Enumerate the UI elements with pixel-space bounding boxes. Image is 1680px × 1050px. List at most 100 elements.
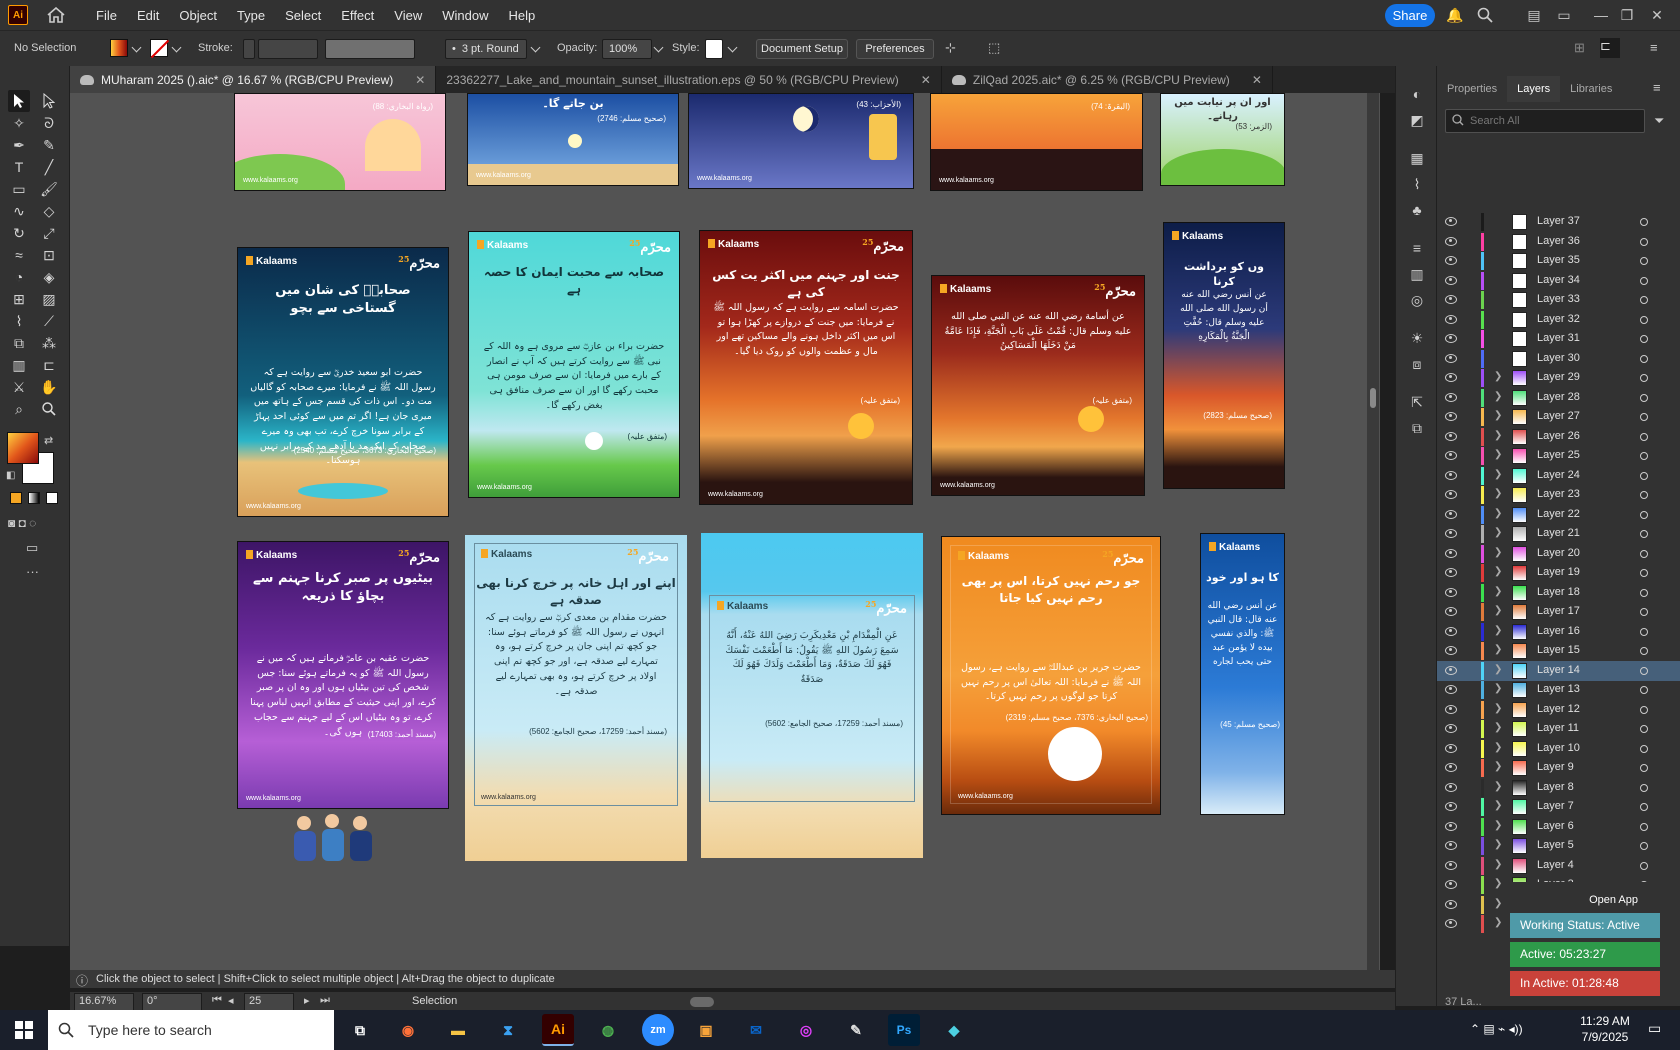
menu-type[interactable]: Type (227, 8, 275, 23)
target-icon[interactable] (1640, 393, 1648, 402)
visibility-eye-icon[interactable] (1445, 763, 1457, 772)
artboard[interactable]: Kalaams وں کو برداشت کرنا عن أنس رضي الل… (1163, 222, 1285, 489)
layer-name[interactable]: Layer 35 (1537, 254, 1580, 266)
visibility-eye-icon[interactable] (1445, 899, 1457, 909)
chevron-right-icon[interactable]: ❯ (1494, 703, 1502, 714)
layer-name[interactable]: Layer 20 (1537, 547, 1580, 559)
curvature-tool-icon[interactable]: ✎ (38, 134, 60, 156)
target-icon[interactable] (1640, 432, 1648, 441)
free-transform-tool-icon[interactable]: ⊡ (38, 244, 60, 266)
gradient-mode-icon[interactable] (28, 492, 40, 504)
visibility-eye-icon[interactable] (1445, 490, 1457, 499)
layer-name[interactable]: Layer 21 (1537, 527, 1580, 539)
scale-tool-icon[interactable]: ⤢ (38, 222, 60, 244)
visibility-eye-icon[interactable] (1445, 451, 1457, 460)
system-tray-icons[interactable]: ⌃ ▤ ⌁ ◂)) (1470, 1022, 1523, 1036)
layer-name[interactable]: Layer 29 (1537, 371, 1580, 383)
layer-row[interactable]: Layer 36 (1437, 232, 1680, 252)
artboard[interactable]: Kalaams محرّم25 عَنِ الْمِقْدَامِ بْنِ م… (701, 533, 923, 858)
layer-name[interactable]: Layer 14 (1537, 664, 1580, 676)
target-icon[interactable] (1640, 549, 1648, 558)
artboard-number-field[interactable]: 25 (244, 993, 294, 1011)
zoom-icon[interactable]: zm (642, 1014, 674, 1046)
measure-tool-icon[interactable]: ⟋ (38, 310, 60, 332)
layer-row[interactable]: ❯ Layer 6 (1437, 817, 1680, 837)
arrange-icon[interactable]: ▭ (1555, 6, 1573, 24)
target-icon[interactable] (1640, 686, 1648, 694)
default-colors-icon[interactable]: ◧ (6, 470, 15, 481)
visibility-eye-icon[interactable] (1445, 275, 1457, 285)
artboard[interactable]: (رواہ البخاري: 88) www.kalaams.org (234, 93, 446, 191)
visibility-eye-icon[interactable] (1445, 217, 1457, 226)
next-artboard-icon[interactable]: ▸ (304, 994, 310, 1007)
layer-row[interactable]: ❯ Layer 10 (1437, 739, 1680, 759)
visibility-eye-icon[interactable] (1445, 860, 1457, 870)
variable-width-profile[interactable] (325, 39, 415, 59)
type-tool-icon[interactable]: T (8, 156, 30, 178)
target-icon[interactable] (1640, 530, 1648, 538)
layer-name[interactable]: Layer 8 (1537, 781, 1574, 793)
stroke-stepper[interactable] (243, 39, 255, 59)
chevron-right-icon[interactable]: ❯ (1494, 800, 1502, 811)
shaper-tool-icon[interactable]: ∿ (8, 200, 30, 222)
visibility-eye-icon[interactable] (1445, 607, 1457, 616)
visibility-eye-icon[interactable] (1445, 919, 1457, 928)
chevron-right-icon[interactable]: ❯ (1494, 508, 1502, 519)
artboard[interactable]: بن جاتے گا۔ (صحیح مسلم: 2746) www.kalaam… (467, 93, 679, 186)
close-icon[interactable]: ✕ (1648, 6, 1666, 24)
artboard[interactable]: Kalaams محرّم25 اپنے اور اہل خانہ پر خرچ… (465, 535, 687, 861)
more-tools-icon[interactable]: ··· (26, 564, 39, 579)
menu-edit[interactable]: Edit (127, 8, 169, 23)
layer-name[interactable]: Layer 19 (1537, 566, 1580, 578)
visibility-eye-icon[interactable] (1445, 392, 1457, 402)
share-button[interactable]: Share (1385, 4, 1435, 27)
appearance-icon[interactable]: ◐ (1407, 84, 1427, 104)
chevron-right-icon[interactable]: ❯ (1494, 761, 1502, 772)
chevron-right-icon[interactable]: ❯ (1494, 878, 1502, 889)
file-explorer-icon[interactable]: ▬ (442, 1014, 474, 1046)
target-icon[interactable] (1640, 237, 1648, 246)
artboard[interactable]: Kalaams محرّم25 بیٹیوں پر صبر کرنا جہنم … (237, 541, 449, 809)
chevron-right-icon[interactable]: ❯ (1494, 664, 1502, 675)
prev-artboard-icon[interactable]: ◂ (228, 994, 234, 1007)
layer-row[interactable]: ❯ Layer 14 (1437, 660, 1680, 681)
filter-icon[interactable]: ⏷ (1654, 113, 1664, 129)
artboard[interactable]: Kalaams کا ہو اور خود عن أنس رضي الله عن… (1200, 533, 1285, 815)
visibility-eye-icon[interactable] (1445, 646, 1457, 655)
zoom-tool-icon[interactable] (38, 398, 60, 420)
menu-object[interactable]: Object (169, 8, 227, 23)
layer-row[interactable]: ❯ Layer 20 (1437, 544, 1680, 564)
target-icon[interactable] (1640, 783, 1648, 792)
symbol-sprayer-tool-icon[interactable]: ⁂ (38, 332, 60, 354)
artboards-icon[interactable]: ⧉ (1407, 418, 1427, 438)
layer-row[interactable]: ❯ Layer 26 (1437, 427, 1680, 447)
illustrator-taskbar-icon[interactable]: Ai (542, 1014, 574, 1046)
target-icon[interactable] (1640, 335, 1648, 343)
layer-name[interactable]: Layer 6 (1537, 820, 1574, 832)
layer-row[interactable]: Layer 33 (1437, 290, 1680, 310)
style-swatch[interactable] (705, 39, 723, 59)
layer-row[interactable]: ❯ Layer 16 (1437, 622, 1680, 642)
chevron-right-icon[interactable]: ❯ (1494, 410, 1502, 421)
visibility-eye-icon[interactable] (1445, 821, 1457, 831)
layer-name[interactable]: Layer 33 (1537, 293, 1580, 305)
target-icon[interactable] (1640, 354, 1648, 363)
target-icon[interactable] (1640, 452, 1648, 460)
chevron-down-icon[interactable] (727, 42, 738, 53)
visibility-eye-icon[interactable] (1445, 509, 1457, 519)
target-icon[interactable] (1640, 627, 1648, 636)
chevron-right-icon[interactable]: ❯ (1494, 605, 1502, 616)
asset-export-icon[interactable]: ⧈ (1407, 354, 1427, 374)
visibility-eye-icon[interactable] (1445, 256, 1457, 265)
menu-effect[interactable]: Effect (331, 8, 384, 23)
task-view-icon[interactable]: ⧉ (344, 1014, 376, 1046)
swatches-icon[interactable]: ▦ (1407, 148, 1427, 168)
slice-tool-icon[interactable]: ⚔ (8, 376, 30, 398)
artboard[interactable]: Kalaams محرّم25 عن أسامة رضي الله عنه عن… (931, 275, 1145, 496)
visibility-eye-icon[interactable] (1445, 880, 1457, 889)
rotation-field[interactable]: 0° (142, 993, 202, 1011)
last-artboard-icon[interactable]: ⏭ (320, 994, 330, 1007)
stroke-swatch[interactable] (150, 39, 168, 57)
perspective-grid-tool-icon[interactable]: ⊞ (8, 288, 30, 310)
target-icon[interactable] (1640, 764, 1648, 772)
